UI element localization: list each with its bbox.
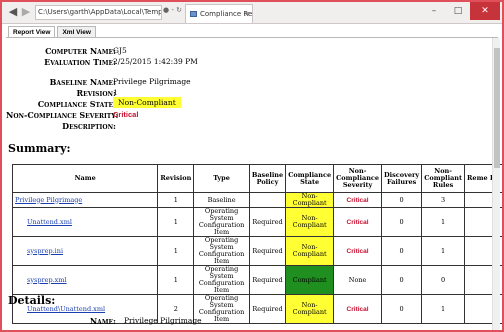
row-name-cell[interactable]: sysprep.ini bbox=[11, 236, 159, 266]
row-state: Non-Compliant bbox=[285, 236, 335, 266]
col-baseline-policy: Baseline Policy bbox=[248, 164, 287, 193]
row-policy: Required bbox=[248, 207, 287, 237]
tab-close-icon[interactable]: × bbox=[244, 5, 250, 23]
computer-name-value: GJ5 bbox=[113, 46, 127, 55]
row-type: Operating System Configuration Item bbox=[193, 207, 250, 237]
row-type: Operating System Configuration Item bbox=[193, 294, 250, 324]
tab-divider bbox=[6, 37, 498, 38]
address-bar[interactable]: C:\Users\garth\AppData\Local\Temp\co bbox=[35, 5, 162, 20]
row-rules: 1 bbox=[421, 207, 466, 237]
scrollbar-thumb[interactable] bbox=[494, 48, 500, 168]
browser-window: ◀ ▶ C:\Users\garth\AppData\Local\Temp\co… bbox=[0, 0, 504, 332]
row-rules: 3 bbox=[421, 192, 466, 208]
row-state: Non-Compliant bbox=[285, 294, 335, 324]
page-icon bbox=[190, 11, 197, 17]
baseline-name-label: Baseline Name: bbox=[49, 77, 116, 87]
window-controls: – □ ✕ bbox=[422, 2, 500, 20]
table-row: sysprep.ini 1 Operating System Configura… bbox=[11, 236, 502, 266]
row-state: Compliant bbox=[285, 265, 335, 295]
row-name-cell[interactable]: Privilege Pilgrimage bbox=[11, 192, 159, 208]
summary-heading: Summary: bbox=[8, 142, 71, 155]
row-failures: 0 bbox=[381, 192, 423, 208]
row-severity: None bbox=[333, 265, 383, 295]
baseline-name-value: Privilege Pilgrimage bbox=[113, 77, 191, 86]
compliance-state-label: Compliance State: bbox=[37, 99, 116, 109]
col-compliance-state: Compliance State bbox=[285, 164, 335, 193]
evaluation-time-value: 2/25/2015 1:42:39 PM bbox=[113, 57, 198, 66]
close-button[interactable]: ✕ bbox=[470, 2, 500, 20]
row-rules: 1 bbox=[421, 294, 466, 324]
row-link[interactable]: Privilege Pilgrimage bbox=[15, 196, 82, 204]
details-name-label: Name: bbox=[89, 316, 116, 326]
browser-tab[interactable]: Compliance Report × bbox=[185, 4, 253, 23]
table-header-row: Name Revision Type Baseline Policy Compl… bbox=[11, 164, 502, 193]
row-state: Non-Compliant bbox=[285, 192, 335, 208]
table-row: sysprep.xml 1 Operating System Configura… bbox=[11, 265, 502, 295]
row-revision: 1 bbox=[157, 236, 195, 266]
row-failures: 0 bbox=[381, 265, 423, 295]
severity-label: Non-Compliance Severity: bbox=[6, 110, 119, 120]
row-policy: Required bbox=[248, 236, 287, 266]
col-revision: Revision bbox=[157, 164, 195, 193]
title-bar: ◀ ▶ C:\Users\garth\AppData\Local\Temp\co… bbox=[2, 2, 502, 24]
col-type: Type bbox=[193, 164, 250, 193]
row-revision: 1 bbox=[157, 192, 195, 208]
row-policy bbox=[248, 192, 287, 208]
table-row: Unattend.xml 1 Operating System Configur… bbox=[11, 207, 502, 237]
vertical-scrollbar[interactable] bbox=[492, 38, 500, 330]
col-name: Name bbox=[11, 164, 159, 193]
row-rules: 0 bbox=[421, 265, 466, 295]
computer-name-label: Computer Name: bbox=[45, 46, 116, 56]
severity-value: Critical bbox=[113, 110, 139, 119]
row-name-cell[interactable]: Unattend.xml bbox=[11, 207, 159, 237]
row-failures: 0 bbox=[381, 294, 423, 324]
row-severity: Critical bbox=[333, 192, 383, 208]
table-row: Privilege Pilgrimage 1 Baseline Non-Comp… bbox=[11, 192, 502, 208]
col-discovery-failures: Discovery Failures bbox=[381, 164, 423, 193]
description-label: Description: bbox=[62, 121, 116, 131]
row-severity: Critical bbox=[333, 207, 383, 237]
row-revision: 1 bbox=[157, 265, 195, 295]
row-link[interactable]: Unattend.xml bbox=[27, 218, 72, 226]
row-type: Operating System Configuration Item bbox=[193, 236, 250, 266]
row-link[interactable]: sysprep.xml bbox=[27, 276, 67, 284]
revision-label: Revision: bbox=[76, 88, 117, 98]
row-failures: 0 bbox=[381, 207, 423, 237]
compliance-state-badge: Non-Compliant bbox=[113, 97, 181, 108]
row-failures: 0 bbox=[381, 236, 423, 266]
minimize-button[interactable]: – bbox=[422, 2, 446, 20]
row-severity: Critical bbox=[333, 294, 383, 324]
back-icon[interactable]: ◀ bbox=[6, 5, 20, 19]
forward-icon[interactable]: ▶ bbox=[19, 5, 33, 19]
row-name-cell[interactable]: sysprep.xml bbox=[11, 265, 159, 295]
address-actions[interactable]: ● - ↻ bbox=[163, 6, 182, 14]
row-rules: 1 bbox=[421, 236, 466, 266]
details-name-value: Privilege Pilgrimage bbox=[124, 316, 202, 325]
evaluation-time-label: Evaluation Time: bbox=[44, 57, 116, 67]
revision-value: 1 bbox=[113, 88, 118, 97]
details-heading: Details: bbox=[8, 294, 56, 307]
row-type: Operating System Configuration Item bbox=[193, 265, 250, 295]
row-revision: 1 bbox=[157, 207, 195, 237]
row-link[interactable]: sysprep.ini bbox=[27, 247, 63, 255]
col-noncompliant-rules: Non-Compliant Rules bbox=[421, 164, 466, 193]
col-severity: Non-Compliance Severity bbox=[333, 164, 383, 193]
summary-table: Name Revision Type Baseline Policy Compl… bbox=[11, 164, 502, 324]
row-type: Baseline bbox=[193, 192, 250, 208]
row-policy: Required bbox=[248, 265, 287, 295]
row-policy: Required bbox=[248, 294, 287, 324]
row-state: Non-Compliant bbox=[285, 207, 335, 237]
maximize-button[interactable]: □ bbox=[446, 2, 470, 20]
row-severity: Critical bbox=[333, 236, 383, 266]
